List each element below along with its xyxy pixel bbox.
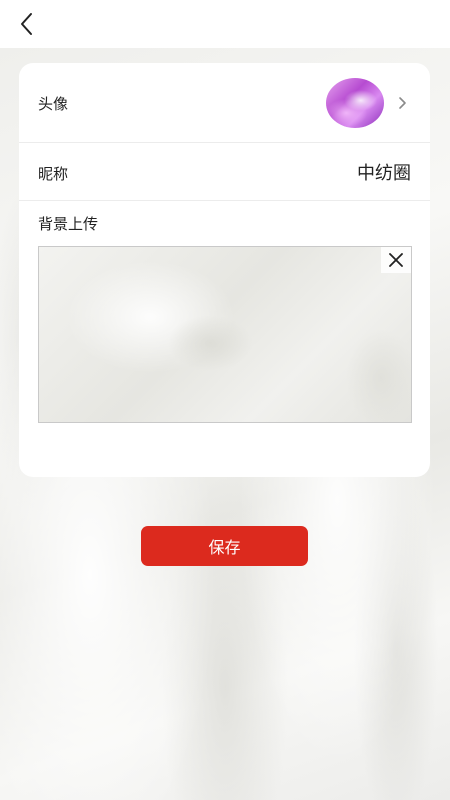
avatar-label: 头像 <box>38 95 69 113</box>
save-button[interactable]: 保存 <box>141 526 308 566</box>
chevron-right-icon <box>399 97 406 109</box>
nickname-label: 昵称 <box>38 165 69 183</box>
nickname-value: 中纺圈 <box>357 163 411 184</box>
background-upload-preview[interactable] <box>38 246 412 423</box>
avatar[interactable] <box>326 78 384 128</box>
background-upload-label: 背景上传 <box>38 215 99 233</box>
close-icon <box>389 253 403 267</box>
avatar-row[interactable]: 头像 <box>19 63 430 143</box>
remove-image-button[interactable] <box>381 247 411 273</box>
top-bar <box>0 0 450 48</box>
nickname-row: 昵称 中纺圈 <box>19 143 430 201</box>
profile-card: 头像 昵称 中纺圈 背景上传 <box>19 63 430 477</box>
back-button[interactable] <box>14 10 42 38</box>
chevron-left-icon <box>21 13 32 35</box>
